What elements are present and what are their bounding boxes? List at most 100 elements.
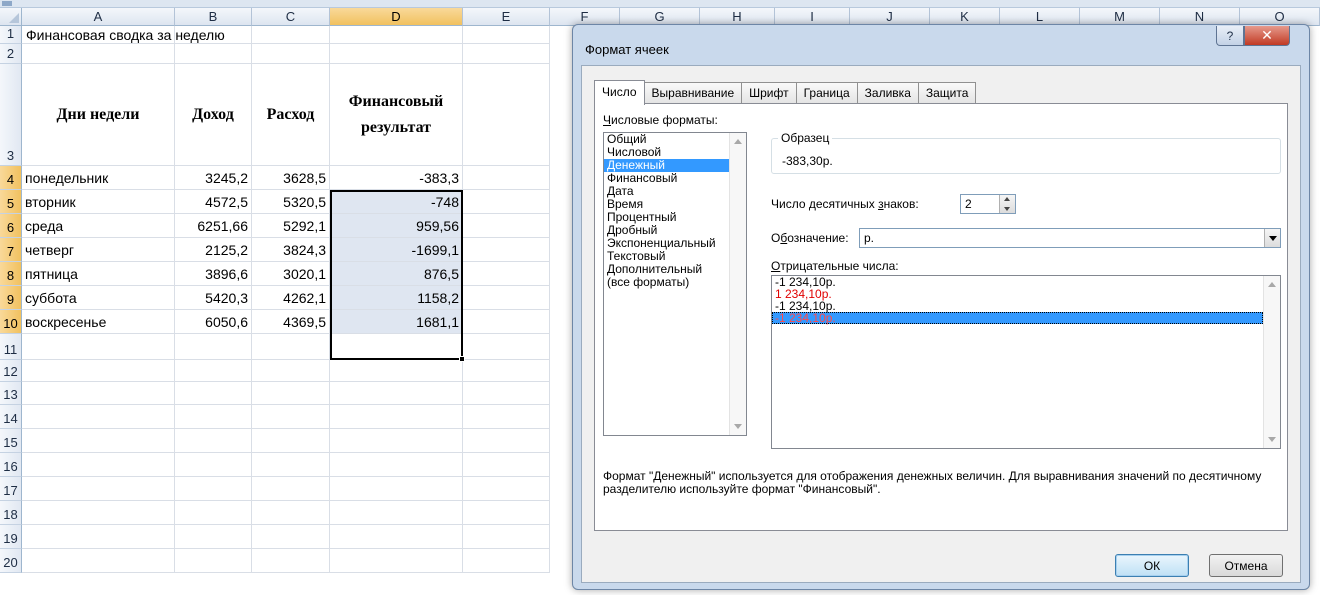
- row-header-11[interactable]: 11: [0, 334, 22, 360]
- cell[interactable]: [175, 525, 252, 549]
- help-button[interactable]: ?: [1216, 26, 1244, 46]
- expense-cell[interactable]: 3020,1: [252, 262, 330, 286]
- cell[interactable]: [22, 382, 175, 405]
- header-result[interactable]: Финансовый результат: [330, 64, 463, 166]
- cell[interactable]: [330, 360, 463, 382]
- cell[interactable]: [463, 44, 550, 64]
- negative-format-item[interactable]: -1 234,10р.: [772, 276, 1263, 288]
- row-header-15[interactable]: 15: [0, 429, 22, 453]
- row-header-19[interactable]: 19: [0, 525, 22, 549]
- cell[interactable]: [463, 360, 550, 382]
- income-cell[interactable]: 4572,5: [175, 190, 252, 214]
- expense-cell[interactable]: 5292,1: [252, 214, 330, 238]
- cell[interactable]: [252, 429, 330, 453]
- cell[interactable]: [252, 477, 330, 501]
- cell[interactable]: [175, 360, 252, 382]
- income-cell[interactable]: 5420,3: [175, 286, 252, 310]
- result-cell[interactable]: 876,5: [330, 262, 463, 286]
- cell[interactable]: [252, 405, 330, 429]
- day-cell[interactable]: суббота: [22, 286, 175, 310]
- header-days[interactable]: Дни недели: [22, 64, 175, 166]
- cell[interactable]: [22, 501, 175, 525]
- cell[interactable]: [330, 405, 463, 429]
- cell[interactable]: [463, 549, 550, 573]
- cell[interactable]: [463, 64, 550, 166]
- expense-cell[interactable]: 5320,5: [252, 190, 330, 214]
- dialog-titlebar[interactable]: Формат ячеек ? ✕: [573, 25, 1309, 63]
- negative-format-item[interactable]: 1 234,10р.: [772, 288, 1263, 300]
- cell[interactable]: [22, 405, 175, 429]
- cell[interactable]: [463, 453, 550, 477]
- row-header-18[interactable]: 18: [0, 501, 22, 525]
- cell[interactable]: [252, 525, 330, 549]
- row-header-14[interactable]: 14: [0, 405, 22, 429]
- close-button[interactable]: ✕: [1244, 26, 1290, 46]
- cell[interactable]: [22, 360, 175, 382]
- cell[interactable]: [252, 360, 330, 382]
- cell[interactable]: [463, 382, 550, 405]
- cell[interactable]: [22, 549, 175, 573]
- income-cell[interactable]: 6050,6: [175, 310, 252, 334]
- income-cell[interactable]: 2125,2: [175, 238, 252, 262]
- fill-handle[interactable]: [459, 356, 465, 362]
- cell[interactable]: [175, 501, 252, 525]
- cell[interactable]: [463, 190, 550, 214]
- cell[interactable]: [463, 477, 550, 501]
- cell[interactable]: [175, 477, 252, 501]
- tab-5[interactable]: Защита: [917, 82, 977, 104]
- cell[interactable]: [175, 429, 252, 453]
- cell[interactable]: [330, 549, 463, 573]
- cell[interactable]: [463, 501, 550, 525]
- row-header-4[interactable]: 4: [0, 166, 22, 190]
- cell[interactable]: [252, 334, 330, 360]
- row-header-3[interactable]: 3: [0, 64, 22, 166]
- cell[interactable]: [252, 453, 330, 477]
- cell[interactable]: [175, 453, 252, 477]
- cell[interactable]: [330, 477, 463, 501]
- day-cell[interactable]: среда: [22, 214, 175, 238]
- cell[interactable]: [463, 405, 550, 429]
- cell[interactable]: [22, 525, 175, 549]
- row-header-20[interactable]: 20: [0, 549, 22, 573]
- cell[interactable]: [463, 26, 550, 44]
- spin-down-icon[interactable]: [1004, 207, 1010, 211]
- income-cell[interactable]: 6251,66: [175, 214, 252, 238]
- header-income[interactable]: Доход: [175, 64, 252, 166]
- cell[interactable]: [175, 549, 252, 573]
- negative-list-scrollbar[interactable]: [1263, 276, 1280, 448]
- column-header-b[interactable]: B: [175, 8, 252, 26]
- cell[interactable]: [463, 166, 550, 190]
- cell[interactable]: [252, 44, 330, 64]
- day-cell[interactable]: вторник: [22, 190, 175, 214]
- row-header-10[interactable]: 10: [0, 310, 22, 334]
- header-expense[interactable]: Расход: [252, 64, 330, 166]
- result-cell[interactable]: -748: [330, 190, 463, 214]
- symbol-dropdown-button[interactable]: [1264, 229, 1280, 247]
- day-cell[interactable]: воскресенье: [22, 310, 175, 334]
- row-header-2[interactable]: 2: [0, 44, 22, 64]
- tab-3[interactable]: Граница: [795, 82, 858, 104]
- cell[interactable]: [463, 525, 550, 549]
- column-header-d[interactable]: D: [330, 8, 463, 26]
- cell[interactable]: [252, 382, 330, 405]
- result-cell[interactable]: 959,56: [330, 214, 463, 238]
- row-header-1[interactable]: 1: [0, 26, 22, 44]
- tab-4[interactable]: Заливка: [856, 82, 919, 104]
- negative-format-item[interactable]: -1 234,10р.: [772, 312, 1263, 324]
- symbol-select[interactable]: р.: [859, 228, 1281, 248]
- row-header-12[interactable]: 12: [0, 360, 22, 382]
- row-header-16[interactable]: 16: [0, 453, 22, 477]
- negative-numbers-list[interactable]: -1 234,10р. 1 234,10р. -1 234,10р. -1 234,1…: [771, 275, 1281, 449]
- cell[interactable]: [175, 405, 252, 429]
- ok-button[interactable]: ОК: [1115, 554, 1189, 577]
- scroll-up-icon[interactable]: [734, 139, 742, 144]
- row-header-6[interactable]: 6: [0, 214, 22, 238]
- tab-2[interactable]: Шрифт: [741, 82, 797, 104]
- cell[interactable]: [252, 26, 330, 44]
- cell[interactable]: [22, 44, 175, 64]
- cell[interactable]: [175, 44, 252, 64]
- format-item[interactable]: (все форматы): [604, 276, 746, 289]
- tab-0[interactable]: Число: [594, 80, 645, 105]
- cell[interactable]: [463, 214, 550, 238]
- cell[interactable]: [330, 334, 463, 360]
